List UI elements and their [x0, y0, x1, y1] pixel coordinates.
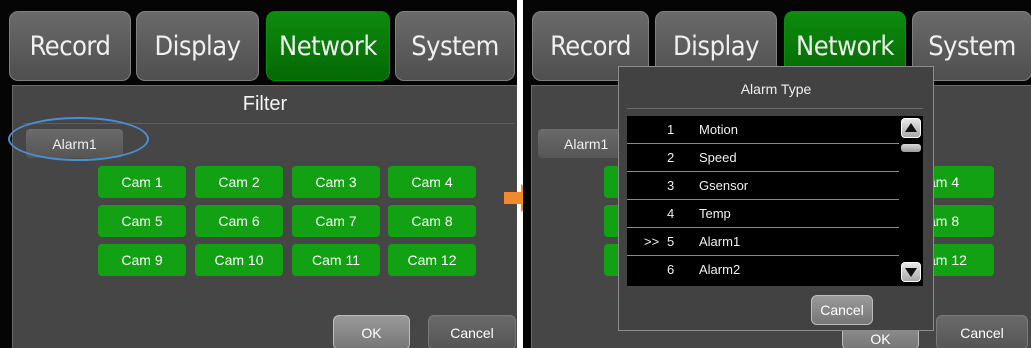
item-number: 4	[667, 206, 675, 221]
tab-record[interactable]: Record	[9, 11, 131, 81]
cam-button-5[interactable]: Cam 5	[98, 205, 186, 237]
cancel-button[interactable]: Cancel	[428, 315, 516, 348]
list-item[interactable]: 6 Alarm2	[627, 256, 899, 284]
item-number: 2	[667, 150, 675, 165]
cam-button-9[interactable]: Cam 9	[98, 244, 186, 276]
cam-button-8[interactable]: Cam 8	[388, 205, 476, 237]
filter-title: Filter	[242, 93, 288, 115]
selection-marker: >>	[644, 234, 660, 249]
item-number: 1	[667, 122, 675, 137]
cam-button-2[interactable]: Cam 2	[195, 166, 283, 198]
ok-button[interactable]: OK	[333, 315, 410, 348]
scroll-thumb[interactable]	[901, 144, 921, 152]
cancel-button[interactable]: Cancel	[936, 315, 1028, 348]
dialog-title: Alarm Type	[740, 81, 812, 97]
cam-button-10[interactable]: Cam 10	[195, 244, 283, 276]
triangle-up-icon	[905, 123, 917, 132]
tab-network[interactable]: Network	[266, 11, 390, 81]
item-number: 3	[667, 178, 675, 193]
tab-system[interactable]: System	[395, 11, 515, 81]
cam-button-11[interactable]: Cam 11	[292, 244, 380, 276]
scroll-up-button[interactable]	[901, 118, 921, 138]
cam-button-12[interactable]: Cam 12	[388, 244, 476, 276]
item-label: Motion	[699, 122, 739, 137]
list-scrollbar[interactable]	[899, 116, 923, 286]
cam-button-6[interactable]: Cam 6	[195, 205, 283, 237]
highlight-ellipse	[8, 117, 149, 161]
list-item[interactable]: >> 5 Alarm1	[627, 228, 899, 256]
cam-button-4[interactable]: Cam 4	[388, 166, 476, 198]
item-label: Temp	[699, 206, 731, 221]
item-label: Gsensor	[699, 178, 749, 193]
alarm-type-list: 1 Motion 2 Speed 3 Gsensor 4 Temp >> 5 A…	[627, 116, 899, 286]
item-label: Alarm1	[699, 234, 741, 249]
cam-button-7[interactable]: Cam 7	[292, 205, 380, 237]
dialog-cancel-button[interactable]: Cancel	[811, 295, 873, 325]
dialog-divider	[627, 108, 923, 109]
list-item[interactable]: 4 Temp	[627, 200, 899, 228]
cam-button-3[interactable]: Cam 3	[292, 166, 380, 198]
list-item[interactable]: 2 Speed	[627, 144, 899, 172]
item-number: 5	[667, 234, 675, 249]
tab-bar: Record Display Network System	[9, 11, 515, 81]
filter-screen: Record Display Network System Filter Ala…	[0, 0, 517, 348]
item-number: 6	[667, 262, 675, 277]
scroll-down-button[interactable]	[901, 262, 921, 282]
item-label: Alarm2	[699, 262, 741, 277]
alarm-type-button[interactable]: Alarm1	[538, 129, 628, 158]
triangle-down-icon	[905, 268, 917, 277]
alarm-type-dialog: Alarm Type 1 Motion 2 Speed 3 Gsensor 4 …	[618, 66, 934, 331]
alarm-type-screen: Record Display Network System Alarm1 am …	[523, 0, 1031, 348]
tab-display[interactable]: Display	[136, 11, 259, 81]
list-item[interactable]: 3 Gsensor	[627, 172, 899, 200]
list-item[interactable]: 1 Motion	[627, 116, 899, 144]
item-label: Speed	[699, 150, 737, 165]
cam-button-1[interactable]: Cam 1	[98, 166, 186, 198]
